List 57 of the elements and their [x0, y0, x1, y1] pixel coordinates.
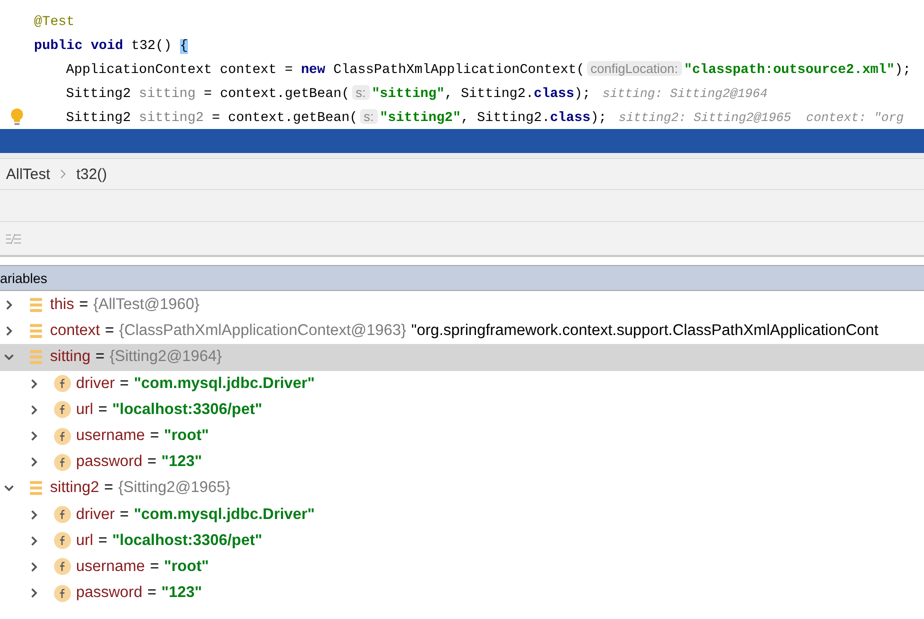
equals-sign: = — [79, 296, 88, 314]
equals-sign: = — [98, 400, 108, 419]
variable-value: "localhost:3306/pet" — [112, 400, 262, 419]
variable-row[interactable]: password = "123" — [0, 449, 924, 476]
variable-name: context — [50, 322, 100, 340]
equals-sign: = — [104, 322, 114, 340]
variable-value: {Sitting2@1965} — [118, 479, 230, 498]
equals-sign: = — [147, 584, 156, 602]
variable-name: this — [50, 296, 74, 314]
variable-name: username — [76, 558, 145, 576]
code-line: Sitting2 sitting = context.getBean( s: "sitting", Sitting2.class); sitting: Sitting2@1964 — [66, 85, 768, 102]
variable-row[interactable]: driver = "com.mysql.jdbc.Driver" — [0, 370, 924, 397]
variable-value: "com.mysql.jdbc.Driver" — [134, 374, 315, 393]
variable-value: {ClassPathXmlApplicationContext@1963} — [119, 322, 406, 340]
variable-name: sitting — [50, 348, 90, 366]
variable-row[interactable]: username = "root" — [0, 422, 924, 450]
equals-sign: = — [150, 427, 159, 446]
breadcrumb-item[interactable]: t32() — [76, 166, 108, 182]
variable-string-value: "org.springframework.context.support.ClassPathXmlApplicationCont — [411, 322, 878, 340]
variable-name: password — [76, 584, 142, 602]
variable-row[interactable]: driver = "com.mysql.jdbc.Driver" — [0, 502, 924, 528]
equals-sign: = — [120, 506, 129, 524]
code-line: Sitting2 sitting2 = context.getBean( s: "sitting2", Sitting2.class); sitting2: Sitting2@1965 context: "org — [66, 108, 904, 126]
variable-value: "com.mysql.jdbc.Driver" — [134, 506, 315, 524]
equals-sign: = — [98, 532, 108, 550]
variable-value: "root" — [164, 427, 209, 446]
variable-name: sitting2 — [50, 479, 100, 498]
variable-value: "123" — [161, 453, 202, 472]
variable-row[interactable]: url = "localhost:3306/pet" — [0, 396, 924, 423]
panel-title: ariables — [0, 270, 48, 286]
variable-name: driver — [76, 374, 115, 393]
variable-row[interactable]: context = {ClassPathXmlApplicationContext@1963} "org.springframework.context.support.ClassPathXmlApplicationCont — [0, 318, 924, 344]
variable-row[interactable]: username = "root" — [0, 554, 924, 580]
breadcrumb-item[interactable]: AllTest — [6, 166, 50, 182]
variable-row[interactable]: sitting = {Sitting2@1964} — [0, 344, 924, 371]
variable-name: url — [76, 532, 94, 550]
variable-value: "root" — [164, 558, 209, 576]
variable-name: username — [76, 427, 145, 446]
variable-value: "123" — [161, 584, 202, 602]
equals-sign: = — [150, 558, 159, 576]
variable-row[interactable]: password = "123" — [0, 580, 924, 606]
variable-value: {Sitting2@1964} — [110, 348, 222, 366]
equals-sign: = — [120, 374, 129, 393]
code-line: ApplicationContext context = new ClassPathXmlApplicationContext( configLocation: "classpath:outsource2.xml"); — [66, 61, 911, 78]
code-line: public void t32() { — [34, 38, 188, 54]
code-line: @Test — [34, 15, 75, 30]
variable-row[interactable]: url = "localhost:3306/pet" — [0, 528, 924, 554]
equals-sign: = — [147, 453, 156, 472]
variable-value: "localhost:3306/pet" — [112, 532, 262, 550]
variable-name: driver — [76, 506, 115, 524]
variable-row[interactable]: sitting2 = {Sitting2@1965} — [0, 475, 924, 502]
variable-row[interactable]: this = {AllTest@1960} — [0, 292, 924, 318]
variable-name: password — [76, 453, 142, 472]
equals-sign: = — [104, 479, 114, 498]
equals-sign: = — [96, 348, 105, 366]
variable-value: {AllTest@1960} — [93, 296, 200, 314]
variable-name: url — [76, 400, 94, 419]
